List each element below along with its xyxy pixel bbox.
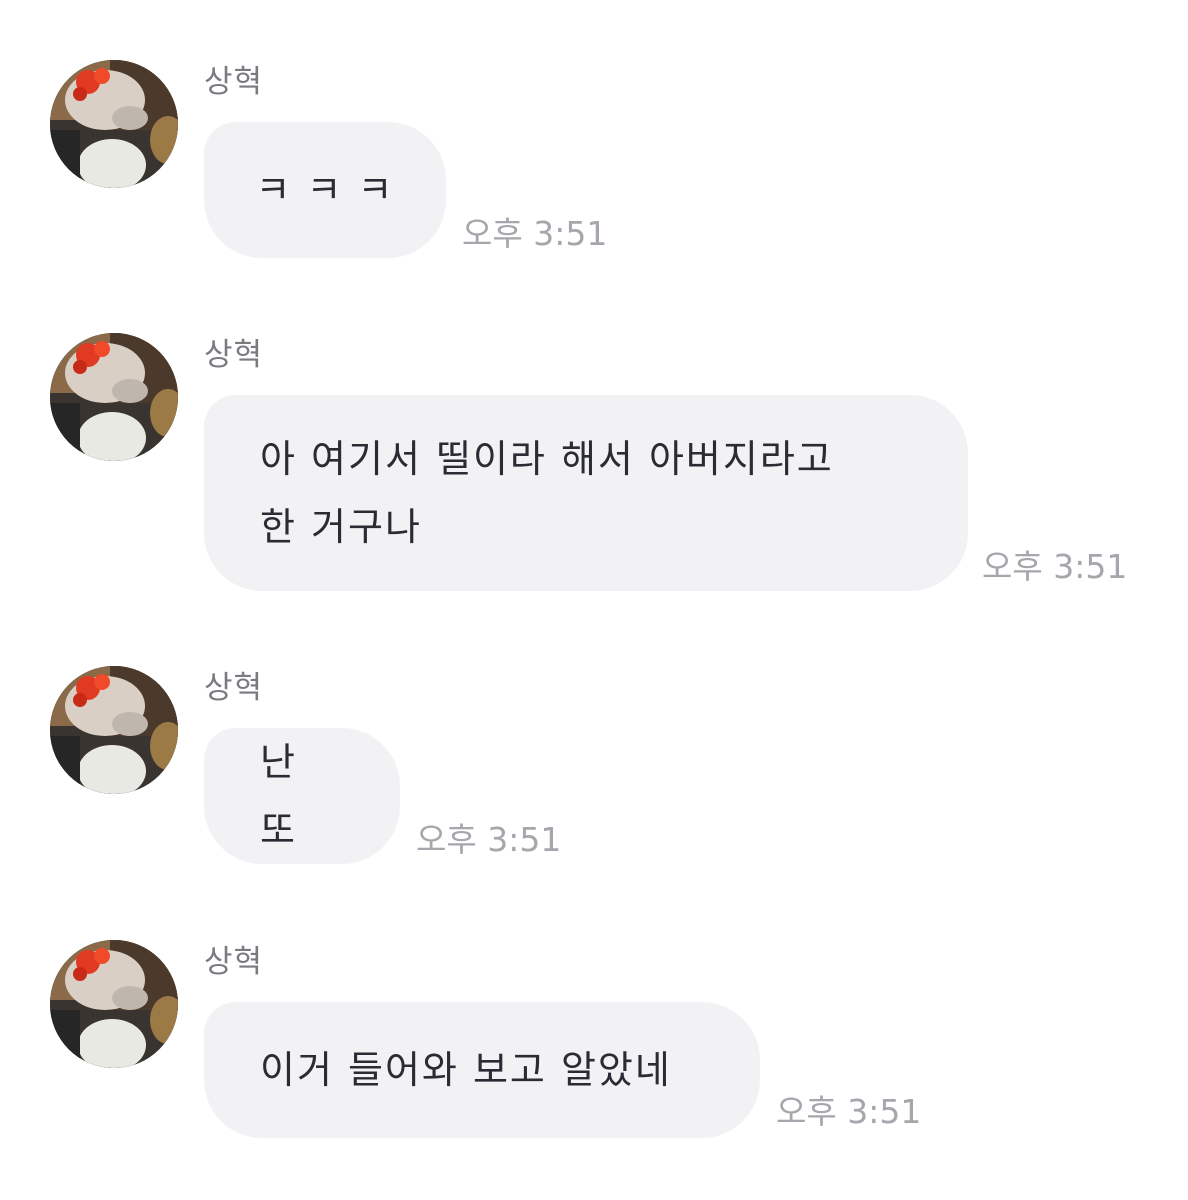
avatar[interactable] xyxy=(50,333,178,461)
chat-message: 상혁 난 또 오후 3:51 xyxy=(0,666,1188,866)
message-bubble[interactable]: 난 또 xyxy=(204,728,400,864)
sender-name: 상혁 xyxy=(204,944,264,980)
profile-photo-icon xyxy=(50,333,178,461)
message-bubble[interactable]: 이거 들어와 보고 알았네 xyxy=(204,1002,760,1138)
message-time: 오후 3:51 xyxy=(776,1092,922,1131)
sender-name: 상혁 xyxy=(204,337,264,373)
profile-photo-icon xyxy=(50,666,178,794)
chat-message: 상혁 ㅋ ㅋ ㅋ 오후 3:51 xyxy=(0,60,1188,260)
chat-message: 상혁 아 여기서 띨이라 해서 아버지라고 한 거구나 오후 3:51 xyxy=(0,333,1188,603)
message-time: 오후 3:51 xyxy=(982,547,1128,586)
message-time: 오후 3:51 xyxy=(462,214,608,253)
sender-name: 상혁 xyxy=(204,64,264,100)
profile-photo-icon xyxy=(50,60,178,188)
profile-photo-icon xyxy=(50,940,178,1068)
sender-name: 상혁 xyxy=(204,670,264,706)
message-time: 오후 3:51 xyxy=(416,820,562,859)
message-bubble[interactable]: ㅋ ㅋ ㅋ xyxy=(204,122,446,258)
avatar[interactable] xyxy=(50,60,178,188)
chat-message: 상혁 이거 들어와 보고 알았네 오후 3:51 xyxy=(0,940,1188,1140)
avatar[interactable] xyxy=(50,940,178,1068)
avatar[interactable] xyxy=(50,666,178,794)
message-bubble[interactable]: 아 여기서 띨이라 해서 아버지라고 한 거구나 xyxy=(204,395,968,591)
